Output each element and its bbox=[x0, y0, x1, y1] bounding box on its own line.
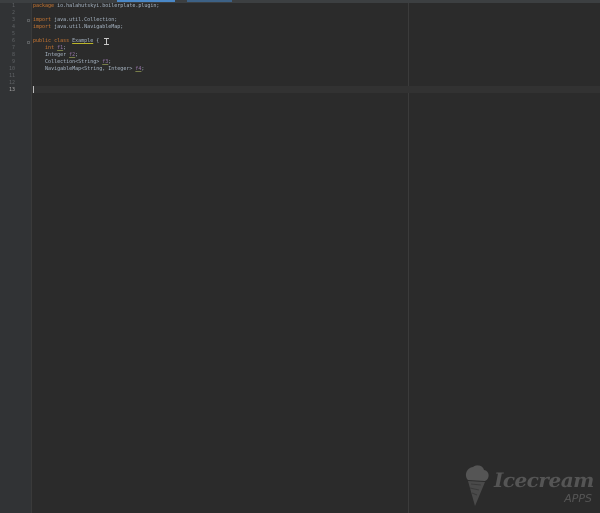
line-number: 11 bbox=[8, 73, 15, 79]
import-name: java.util.Collection; bbox=[51, 17, 118, 23]
type-name: Integer bbox=[45, 52, 67, 58]
import-name: java.util.NavigableMap; bbox=[51, 24, 124, 30]
class-name[interactable]: Example bbox=[72, 38, 93, 44]
fold-toggle-icon[interactable] bbox=[27, 19, 30, 22]
type-name: NavigableMap<String, Integer> bbox=[45, 66, 133, 72]
ice-cream-cone-icon bbox=[465, 465, 489, 506]
package-name: io.halahutskyi.boilerplate.plugin; bbox=[54, 3, 160, 9]
keyword: package bbox=[33, 3, 55, 9]
semicolon: ; bbox=[108, 59, 112, 65]
watermark: Icecream APPS bbox=[462, 462, 598, 508]
semicolon: ; bbox=[63, 45, 67, 51]
line-number: 1 bbox=[11, 3, 15, 9]
code-line-field: NavigableMap<String, Integer> f4; bbox=[33, 66, 144, 73]
code-line-import: import java.util.Collection; bbox=[33, 17, 117, 24]
semicolon: ; bbox=[75, 52, 79, 58]
ide-window: 1 2 3 4 5 6 7 8 9 10 11 12 13 package io… bbox=[0, 0, 600, 513]
keyword: import bbox=[33, 24, 52, 30]
keyword: int bbox=[45, 45, 55, 51]
tab-active-indicator[interactable] bbox=[117, 0, 175, 2]
text-caret bbox=[33, 86, 34, 93]
line-number: 8 bbox=[11, 52, 15, 58]
watermark-name: Icecream bbox=[494, 468, 594, 492]
line-number: 6 bbox=[11, 38, 15, 44]
line-number: 7 bbox=[11, 45, 15, 51]
code-line-field: int f1; bbox=[33, 45, 66, 52]
code-line-package: package io.halahutskyi.boilerplate.plugi… bbox=[33, 3, 159, 10]
keyword: public bbox=[33, 38, 52, 44]
code-line-import: import java.util.NavigableMap; bbox=[33, 24, 123, 31]
semicolon: ; bbox=[141, 66, 145, 72]
code-line-class-declaration: public class Example { bbox=[33, 38, 99, 45]
type-name: Collection<String> bbox=[45, 59, 100, 65]
line-number: 3 bbox=[11, 17, 15, 23]
code-line-field: Collection<String> f3; bbox=[33, 59, 111, 66]
current-line-highlight bbox=[32, 86, 600, 93]
right-margin-guide bbox=[408, 3, 409, 513]
tab-indicator[interactable] bbox=[187, 0, 232, 2]
keyword: class bbox=[51, 38, 70, 44]
ibeam-cursor-icon bbox=[104, 38, 109, 45]
line-number: 12 bbox=[8, 80, 15, 86]
line-number: 2 bbox=[11, 10, 15, 16]
line-number: 5 bbox=[11, 31, 15, 37]
line-number: 4 bbox=[11, 24, 15, 30]
brace: { bbox=[93, 38, 100, 44]
line-number-current: 13 bbox=[8, 87, 15, 93]
line-number-gutter[interactable]: 1 2 3 4 5 6 7 8 9 10 11 12 13 bbox=[0, 3, 32, 513]
line-number: 9 bbox=[11, 59, 15, 65]
line-number: 10 bbox=[8, 66, 15, 72]
fold-toggle-icon[interactable] bbox=[27, 41, 30, 44]
watermark-subtitle: APPS bbox=[564, 492, 592, 505]
keyword: import bbox=[33, 17, 52, 23]
code-line-field: Integer f2; bbox=[33, 52, 78, 59]
